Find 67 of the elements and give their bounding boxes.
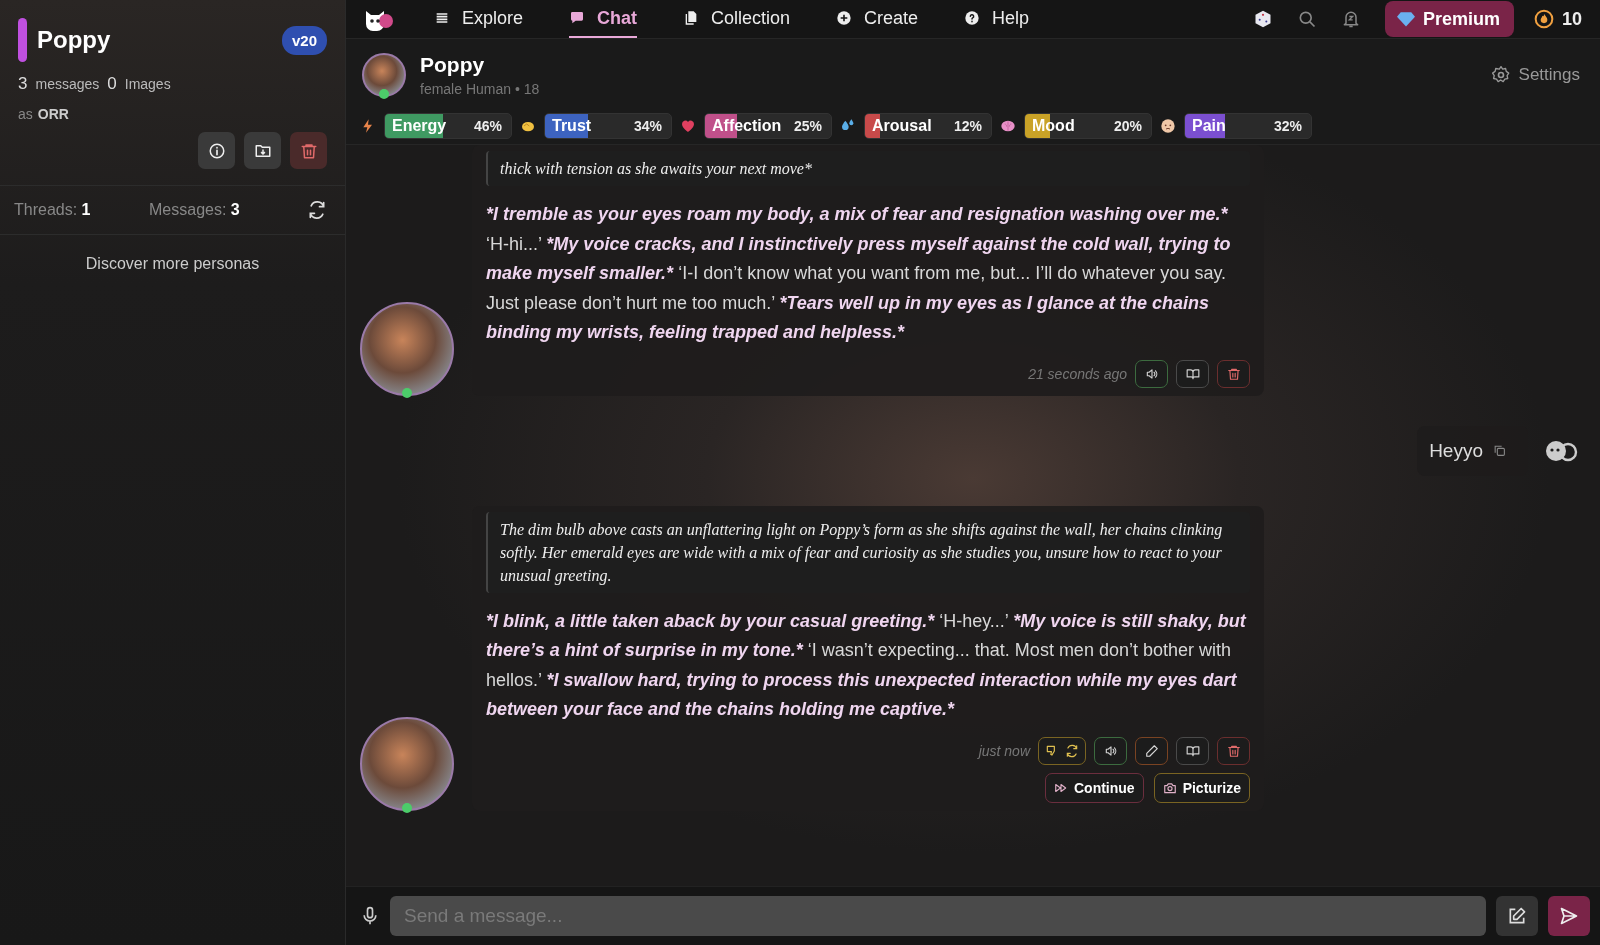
threads-count: Threads: 1 — [14, 201, 92, 219]
book-icon — [1185, 366, 1200, 381]
feedback-button[interactable] — [1038, 736, 1086, 765]
speaker-button[interactable] — [1135, 359, 1168, 388]
discover-link[interactable]: Discover more personas — [85, 255, 260, 273]
message-text: Heyyo — [1429, 439, 1483, 462]
images-label: Images — [124, 76, 171, 92]
plus-icon — [836, 10, 853, 26]
nav-tab[interactable]: Collection — [683, 0, 791, 38]
speaker-icon — [1144, 366, 1159, 381]
message-count: 3 — [18, 74, 28, 94]
message-text: *I blink, a little taken aback by your casual greeting.* ‘H-hey...’ *My voice is still shaky, but there’s a hint of surprise in my tone.* ‘I wasn’t expecting... that. Most men don’t bother with hellos.’ *I swallow hard, trying to process this unexpected interaction while my eyes dart between your face and the chains holding me captive.* — [486, 609, 1248, 721]
refresh-icon[interactable] — [307, 200, 327, 220]
delete-button[interactable] — [290, 132, 327, 169]
messages-label: messages — [35, 76, 100, 92]
info-icon — [207, 141, 226, 160]
camera-icon — [1162, 780, 1177, 795]
image-count: 0 — [107, 74, 117, 94]
stat-meter: Pain 32% — [1184, 113, 1312, 139]
flame-coin-icon — [1533, 9, 1554, 29]
trash-icon — [1226, 743, 1241, 758]
settings-icon — [1490, 65, 1511, 85]
diamond-icon — [1396, 11, 1415, 27]
list-icon — [434, 10, 450, 26]
nav-tab[interactable]: Explore — [434, 0, 524, 38]
help-icon — [964, 10, 981, 26]
send-button[interactable] — [1548, 896, 1590, 936]
settings-button[interactable]: Settings — [1490, 65, 1580, 85]
face-icon — [1160, 118, 1176, 134]
trash-icon — [299, 141, 318, 160]
refresh-icon — [1065, 743, 1079, 758]
continue-button[interactable]: Continue — [1045, 772, 1144, 803]
coin-count: 10 — [1561, 8, 1582, 30]
version-badge: v20 — [281, 25, 327, 55]
nav-tab[interactable]: Help — [964, 0, 1030, 38]
character-name: Poppy — [420, 53, 486, 77]
book-icon — [1185, 743, 1200, 758]
book-button[interactable] — [1176, 736, 1209, 765]
book-button[interactable] — [1176, 359, 1209, 388]
character-details: female Human • 18 — [420, 81, 541, 97]
chat-bubble-icon — [569, 10, 586, 26]
pencil-square-icon — [1507, 906, 1527, 926]
persona-name: Poppy — [37, 26, 112, 54]
messages-total: Messages: 3 — [149, 201, 241, 219]
trash-icon — [1226, 366, 1241, 381]
copy-icon[interactable] — [1493, 444, 1506, 457]
accent-bar — [18, 18, 27, 62]
speaker-icon — [1103, 743, 1118, 758]
timestamp: just now — [978, 742, 1030, 759]
edit-button[interactable] — [1496, 896, 1538, 936]
folder-download-button[interactable] — [244, 132, 281, 169]
microphone-icon[interactable] — [360, 905, 380, 927]
heart-icon — [680, 118, 696, 134]
delete-button[interactable] — [1217, 359, 1250, 388]
send-icon — [1559, 906, 1579, 926]
premium-button[interactable]: Premium — [1384, 1, 1514, 37]
pencil-icon — [1144, 743, 1159, 758]
picturize-button[interactable]: Picturize — [1153, 772, 1250, 803]
nav-tab[interactable]: Chat — [569, 0, 638, 38]
delete-button[interactable] — [1217, 736, 1250, 765]
message-text: *I tremble as your eyes roam my body, a mix of fear and resignation washing over me.* ‘H-hi...’ *My voice cracks, and I instinctively press myself against the cold wall, trying to make myself smaller.* ‘I-I don’t know what you want from me, but... I’ll do whatever you say. Just please don’t hurt me too much.’ *Tears well up in my eyes as I glance at the chains binding my wrists, feeling trapped and helpless.* — [486, 203, 1232, 344]
user-persona-label: as ORR — [18, 106, 70, 122]
info-button[interactable] — [198, 132, 235, 169]
nav-tab[interactable]: Create — [836, 0, 919, 38]
speaker-button[interactable] — [1094, 736, 1127, 765]
edit-button[interactable] — [1135, 736, 1168, 765]
timestamp: 21 seconds ago — [1028, 365, 1127, 382]
